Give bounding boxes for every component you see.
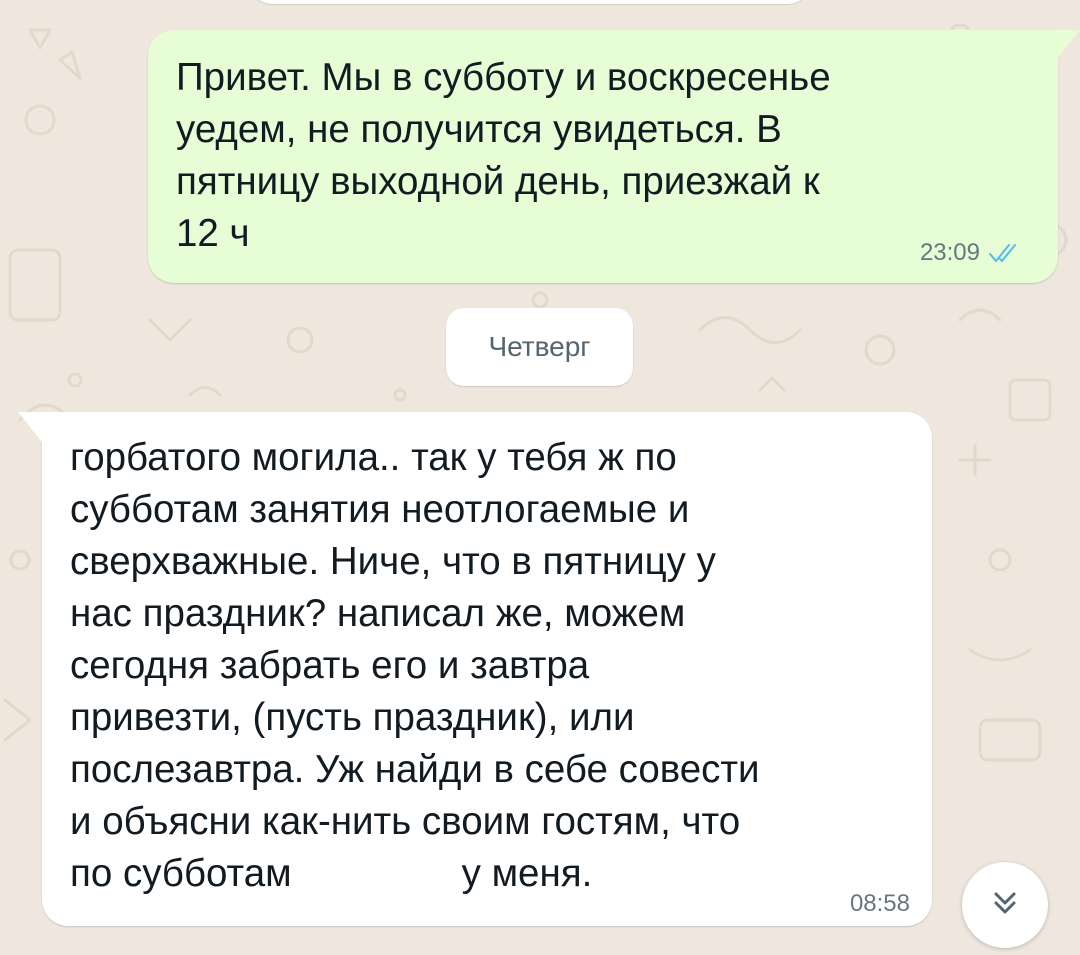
message-time: 08:58 — [849, 890, 910, 917]
chevron-double-down-icon — [988, 886, 1022, 925]
message-text-end: у меня. — [461, 852, 593, 895]
bubble-tail — [18, 412, 42, 442]
outgoing-message-bubble[interactable]: Привет. Мы в субботу и воскресенье уедем… — [148, 30, 1080, 283]
message-text: Привет. Мы в субботу и воскресенье уедем… — [176, 56, 831, 255]
incoming-message-bubble[interactable]: горбатого могила.. так у тебя ж по суббо… — [18, 412, 932, 926]
message-meta: 23:09 — [920, 239, 1020, 267]
message-time: 23:09 — [919, 239, 980, 266]
message-meta: 08:58 — [850, 890, 910, 918]
scroll-to-bottom-button[interactable] — [962, 862, 1048, 948]
previous-message-bubble — [250, 0, 810, 4]
double-check-read-icon — [988, 242, 1020, 264]
date-separator: Четверг — [446, 308, 633, 386]
message-text: горбатого могила.. так у тебя ж по суббо… — [70, 432, 920, 900]
message-text-main: горбатого могила.. так у тебя ж по суббо… — [70, 436, 760, 895]
bubble-tail — [1056, 30, 1080, 60]
